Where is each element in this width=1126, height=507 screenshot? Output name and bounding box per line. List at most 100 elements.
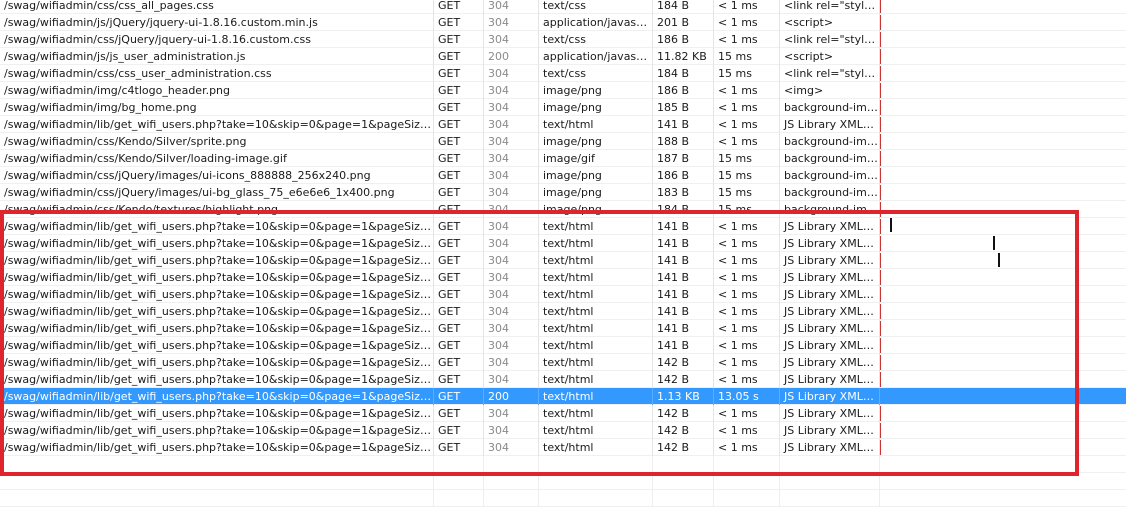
request-type: image/png bbox=[539, 167, 653, 184]
request-url: /swag/wifiadmin/css/jQuery/images/ui-bg_… bbox=[0, 184, 434, 201]
timeline-marker-line bbox=[880, 423, 881, 438]
request-timeline bbox=[880, 0, 1126, 14]
request-time: 15 ms bbox=[714, 167, 780, 184]
request-row[interactable]: /swag/wifiadmin/js/js_user_administratio… bbox=[0, 48, 1126, 65]
request-method: GET bbox=[434, 14, 484, 31]
request-method: GET bbox=[434, 320, 484, 337]
request-time: < 1 ms bbox=[714, 371, 780, 388]
request-method: GET bbox=[434, 354, 484, 371]
request-time: < 1 ms bbox=[714, 218, 780, 235]
request-method: GET bbox=[434, 201, 484, 218]
request-url: /swag/wifiadmin/img/c4tlogo_header.png bbox=[0, 82, 434, 99]
request-status: 304 bbox=[484, 422, 539, 439]
request-row[interactable]: /swag/wifiadmin/css/Kendo/Silver/loading… bbox=[0, 150, 1126, 167]
request-initiator: JS Library XMLH... bbox=[780, 235, 880, 252]
request-row[interactable]: /swag/wifiadmin/css/jQuery/images/ui-bg_… bbox=[0, 184, 1126, 201]
request-row[interactable]: /swag/wifiadmin/css/css_user_administrat… bbox=[0, 65, 1126, 82]
request-row[interactable]: /swag/wifiadmin/lib/get_wifi_users.php?t… bbox=[0, 371, 1126, 388]
timeline-marker-line bbox=[880, 355, 881, 370]
request-status: 304 bbox=[484, 252, 539, 269]
request-row[interactable]: /swag/wifiadmin/lib/get_wifi_users.php?t… bbox=[0, 286, 1126, 303]
request-time: < 1 ms bbox=[714, 354, 780, 371]
request-row[interactable]: /swag/wifiadmin/lib/get_wifi_users.php?t… bbox=[0, 269, 1126, 286]
request-initiator: JS Library XMLH... bbox=[780, 439, 880, 456]
request-url: /swag/wifiadmin/js/js_user_administratio… bbox=[0, 48, 434, 65]
request-time: < 1 ms bbox=[714, 337, 780, 354]
request-received: 188 B bbox=[653, 133, 714, 150]
request-type: image/png bbox=[539, 201, 653, 218]
request-method: GET bbox=[434, 371, 484, 388]
request-time: < 1 ms bbox=[714, 82, 780, 99]
request-received: 186 B bbox=[653, 82, 714, 99]
request-initiator: background-image bbox=[780, 201, 880, 218]
timeline-marker-line bbox=[880, 66, 881, 81]
request-row[interactable]: /swag/wifiadmin/lib/get_wifi_users.php?t… bbox=[0, 388, 1126, 405]
request-row[interactable]: /swag/wifiadmin/lib/get_wifi_users.php?t… bbox=[0, 252, 1126, 269]
request-row[interactable]: /swag/wifiadmin/lib/get_wifi_users.php?t… bbox=[0, 422, 1126, 439]
request-url: /swag/wifiadmin/lib/get_wifi_users.php?t… bbox=[0, 218, 434, 235]
request-timeline bbox=[880, 184, 1126, 201]
request-initiator: JS Library XMLH... bbox=[780, 354, 880, 371]
request-row[interactable]: /swag/wifiadmin/lib/get_wifi_users.php?t… bbox=[0, 235, 1126, 252]
request-received: 201 B bbox=[653, 14, 714, 31]
request-row[interactable]: /swag/wifiadmin/lib/get_wifi_users.php?t… bbox=[0, 405, 1126, 422]
request-time: < 1 ms bbox=[714, 439, 780, 456]
timeline-marker-line bbox=[880, 253, 881, 268]
request-row[interactable]: /swag/wifiadmin/lib/get_wifi_users.php?t… bbox=[0, 337, 1126, 354]
request-row[interactable]: /swag/wifiadmin/lib/get_wifi_users.php?t… bbox=[0, 303, 1126, 320]
request-time: 15 ms bbox=[714, 201, 780, 218]
request-received: 141 B bbox=[653, 235, 714, 252]
request-method: GET bbox=[434, 269, 484, 286]
request-time: < 1 ms bbox=[714, 235, 780, 252]
request-row[interactable]: /swag/wifiadmin/img/c4tlogo_header.png GE… bbox=[0, 82, 1126, 99]
request-initiator: JS Library XMLH... bbox=[780, 116, 880, 133]
request-type: text/html bbox=[539, 388, 653, 405]
request-received: 141 B bbox=[653, 286, 714, 303]
request-received: 141 B bbox=[653, 269, 714, 286]
empty-cell bbox=[714, 473, 780, 490]
request-status: 304 bbox=[484, 82, 539, 99]
request-url: /swag/wifiadmin/lib/get_wifi_users.php?t… bbox=[0, 235, 434, 252]
request-status: 304 bbox=[484, 14, 539, 31]
request-method: GET bbox=[434, 252, 484, 269]
request-method: GET bbox=[434, 388, 484, 405]
timeline-marker-line bbox=[880, 100, 881, 115]
request-received: 142 B bbox=[653, 354, 714, 371]
request-url: /swag/wifiadmin/lib/get_wifi_users.php?t… bbox=[0, 439, 434, 456]
request-row[interactable]: /swag/wifiadmin/img/bg_home.png GET 304 ima… bbox=[0, 99, 1126, 116]
request-row[interactable]: /swag/wifiadmin/js/jQuery/jquery-ui-1.8.… bbox=[0, 14, 1126, 31]
request-timeline bbox=[880, 337, 1126, 354]
request-row[interactable]: /swag/wifiadmin/css/css_all_pages.css GET… bbox=[0, 0, 1126, 14]
request-type: image/png bbox=[539, 82, 653, 99]
timeline-marker-line bbox=[880, 372, 881, 387]
request-row[interactable]: /swag/wifiadmin/lib/get_wifi_users.php?t… bbox=[0, 354, 1126, 371]
request-timeline bbox=[880, 48, 1126, 65]
request-received: 187 B bbox=[653, 150, 714, 167]
request-time: < 1 ms bbox=[714, 133, 780, 150]
request-url: /swag/wifiadmin/css/css_user_administrat… bbox=[0, 65, 434, 82]
request-row[interactable]: /swag/wifiadmin/css/Kendo/textures/highl… bbox=[0, 201, 1126, 218]
request-row[interactable]: /swag/wifiadmin/lib/get_wifi_users.php?t… bbox=[0, 320, 1126, 337]
request-row[interactable]: /swag/wifiadmin/lib/get_wifi_users.php?t… bbox=[0, 116, 1126, 133]
request-type: image/gif bbox=[539, 150, 653, 167]
request-row[interactable]: /swag/wifiadmin/css/Kendo/Silver/sprite.… bbox=[0, 133, 1126, 150]
request-row[interactable]: /swag/wifiadmin/css/jQuery/images/ui-ico… bbox=[0, 167, 1126, 184]
request-type: text/css bbox=[539, 0, 653, 14]
request-method: GET bbox=[434, 82, 484, 99]
empty-cell bbox=[653, 490, 714, 507]
request-row[interactable]: /swag/wifiadmin/css/jQuery/jquery-ui-1.8… bbox=[0, 31, 1126, 48]
request-row[interactable]: /swag/wifiadmin/lib/get_wifi_users.php?t… bbox=[0, 218, 1126, 235]
request-url: /swag/wifiadmin/lib/get_wifi_users.php?t… bbox=[0, 269, 434, 286]
request-status: 304 bbox=[484, 405, 539, 422]
request-time: < 1 ms bbox=[714, 116, 780, 133]
request-type: text/css bbox=[539, 31, 653, 48]
request-timeline bbox=[880, 31, 1126, 48]
request-row[interactable]: /swag/wifiadmin/lib/get_wifi_users.php?t… bbox=[0, 439, 1126, 456]
request-url: /swag/wifiadmin/img/bg_home.png bbox=[0, 99, 434, 116]
request-method: GET bbox=[434, 235, 484, 252]
request-initiator: <link rel="style... bbox=[780, 0, 880, 14]
request-type: text/html bbox=[539, 218, 653, 235]
request-url: /swag/wifiadmin/css/Kendo/textures/highl… bbox=[0, 201, 434, 218]
request-received: 141 B bbox=[653, 116, 714, 133]
empty-cell bbox=[539, 473, 653, 490]
